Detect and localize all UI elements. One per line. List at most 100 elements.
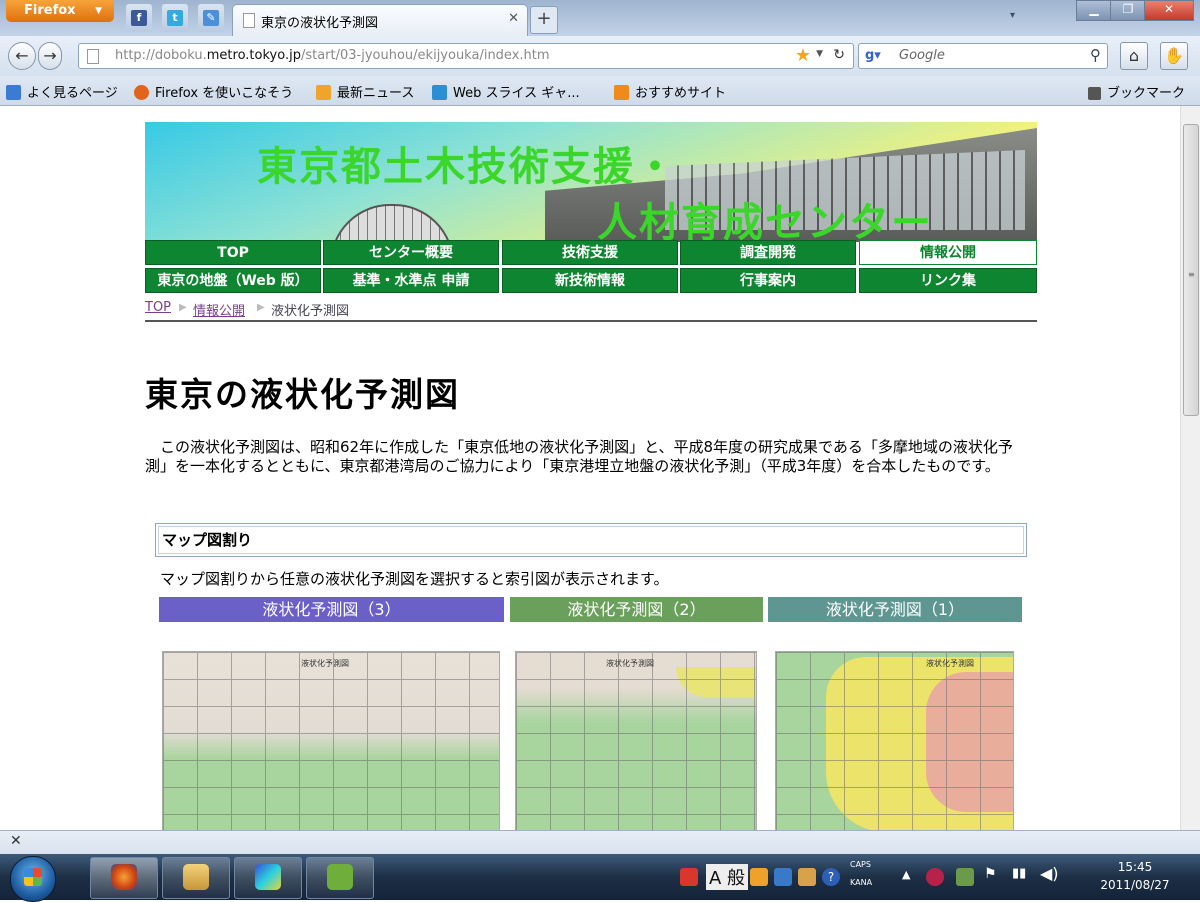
map-section-header: マップ図割り xyxy=(155,523,1027,557)
map-index-1[interactable]: 液状化予測図 xyxy=(775,651,1014,830)
web-slice-icon xyxy=(432,85,447,100)
tab-list-icon[interactable]: ▾ xyxy=(1010,10,1015,21)
search-placeholder: Google xyxy=(899,48,945,63)
addon-button[interactable]: ✋ xyxy=(1160,42,1188,70)
caps-indicator: CAPS xyxy=(850,860,871,869)
tray-ime-icon[interactable] xyxy=(750,868,768,886)
bookmark-item[interactable]: おすすめサイト xyxy=(614,82,726,101)
page-viewport: 東京都土木技術支援・ 人材育成センター TOP センター概要 技術支援 調査開発… xyxy=(0,106,1180,830)
back-button[interactable]: ← xyxy=(8,42,36,70)
ime-mode-indicator[interactable]: A 般 xyxy=(706,864,749,890)
map-section-description: マップ図割りから任意の液状化予測図を選択すると索引図が表示されます。 xyxy=(160,570,669,588)
nav-top[interactable]: TOP xyxy=(145,240,321,265)
tray-safely-remove-icon[interactable] xyxy=(956,868,974,886)
map-button-1[interactable]: 液状化予測図（1） xyxy=(768,597,1022,622)
url-text[interactable]: http://doboku.metro.tokyo.jp/start/03-jy… xyxy=(115,48,550,63)
map-button-3[interactable]: 液状化予測図（3） xyxy=(159,597,504,622)
close-addon-bar-icon[interactable]: ✕ xyxy=(10,833,22,849)
nav-events[interactable]: 行事案内 xyxy=(680,268,856,293)
close-tab-icon[interactable]: ✕ xyxy=(508,11,519,26)
search-box[interactable]: g▾ Google ⚲ xyxy=(858,43,1108,69)
nav-new-technology[interactable]: 新技術情報 xyxy=(502,268,678,293)
help-icon[interactable]: ? xyxy=(822,868,840,886)
tray-ime-tool-icon[interactable] xyxy=(774,868,792,886)
vertical-scrollbar[interactable]: ≡ xyxy=(1180,106,1200,830)
banner-title-line1: 東京都土木技術支援・ xyxy=(257,144,677,190)
tab-title: 東京の液状化予測図 xyxy=(261,16,379,31)
scrollbar-grip-icon: ≡ xyxy=(1188,270,1195,279)
app-tab-facebook[interactable]: f xyxy=(126,4,152,32)
bookmark-item[interactable]: Firefox を使いこなそう xyxy=(134,82,293,101)
taskbar-evernote[interactable] xyxy=(306,857,374,899)
nav-info-disclosure[interactable]: 情報公開 xyxy=(859,240,1037,265)
suggested-sites-icon xyxy=(614,85,629,100)
reload-icon[interactable]: ↻ xyxy=(833,47,845,63)
forward-button[interactable]: → xyxy=(38,42,62,70)
document-icon xyxy=(243,13,255,28)
app-tab-blog[interactable]: ✎ xyxy=(198,4,224,32)
action-center-flag-icon[interactable]: ⚑ xyxy=(984,866,997,882)
bookmarks-menu[interactable]: ブックマーク xyxy=(1088,82,1185,101)
site-banner[interactable]: 東京都土木技術支援・ 人材育成センター xyxy=(145,122,1037,242)
history-dropdown-icon[interactable]: ▼ xyxy=(816,49,823,59)
taskbar-explorer[interactable] xyxy=(162,857,230,899)
app-icon xyxy=(255,864,281,890)
breadcrumb: TOP ▶ 情報公開 ▶ 液状化予測図 xyxy=(145,299,1037,322)
map-index-3[interactable]: 液状化予測図 xyxy=(162,651,500,830)
search-icon[interactable]: ⚲ xyxy=(1090,46,1101,64)
nav-center-overview[interactable]: センター概要 xyxy=(323,240,499,265)
map-sheet-label: 液状化予測図 xyxy=(926,659,974,668)
close-window-button[interactable]: ✕ xyxy=(1144,0,1194,21)
addon-bar: ✕ xyxy=(0,830,1200,854)
edit-icon: ✎ xyxy=(203,10,219,26)
minimize-button[interactable]: ▁ xyxy=(1076,0,1112,21)
google-icon[interactable]: g▾ xyxy=(865,48,881,64)
url-bar[interactable]: http://doboku.metro.tokyo.jp/start/03-jy… xyxy=(78,43,854,69)
maximize-button[interactable]: ❐ xyxy=(1110,0,1146,21)
nav-tokyo-ground[interactable]: 東京の地盤（Web 版） xyxy=(145,268,321,293)
clock-time: 15:45 xyxy=(1117,860,1153,874)
bookmark-star-icon[interactable]: ★ xyxy=(795,45,811,66)
map-grid xyxy=(776,652,1013,830)
home-button[interactable]: ⌂ xyxy=(1120,42,1148,70)
firefox-menu-button[interactable]: Firefox ▼ xyxy=(6,0,114,22)
bookmark-item[interactable]: 最新ニュース xyxy=(316,82,414,101)
taskbar-clock[interactable]: 15:45 2011/08/27 xyxy=(1075,858,1195,894)
facebook-icon: f xyxy=(131,10,147,26)
map-sheet-label: 液状化予測図 xyxy=(606,659,654,668)
volume-icon[interactable]: ◀) xyxy=(1040,864,1059,883)
site-navigation: TOP センター概要 技術支援 調査開発 情報公開 東京の地盤（Web 版） 基… xyxy=(145,240,1037,294)
map-button-2[interactable]: 液状化予測図（2） xyxy=(510,597,763,622)
map-sheet-label: 液状化予測図 xyxy=(301,659,349,668)
map-grid xyxy=(516,652,756,830)
taskbar-app[interactable] xyxy=(234,857,302,899)
windows-logo-icon xyxy=(24,868,42,886)
rss-icon xyxy=(316,85,331,100)
glass-dome xyxy=(330,204,454,242)
app-tab-twitter[interactable]: t xyxy=(162,4,188,32)
tab-active[interactable]: 東京の液状化予測図 ✕ xyxy=(232,4,528,36)
page-identity-icon xyxy=(87,49,99,64)
bookmark-item[interactable]: Web スライス ギャ... xyxy=(432,82,580,101)
tray-app-icon[interactable] xyxy=(680,868,698,886)
windows-taskbar: A 般 ? CAPS KANA ▲ ⚑ ▮▮ ◀) xyxy=(0,854,1200,902)
nav-benchmark-application[interactable]: 基準・水準点 申請 xyxy=(323,268,499,293)
nav-links[interactable]: リンク集 xyxy=(859,268,1037,293)
show-hidden-icons-icon[interactable]: ▲ xyxy=(902,868,910,881)
breadcrumb-top[interactable]: TOP xyxy=(145,300,171,315)
map-grid xyxy=(163,652,499,830)
breadcrumb-info[interactable]: 情報公開 xyxy=(193,300,245,319)
taskbar-firefox[interactable] xyxy=(90,857,158,899)
nav-technical-support[interactable]: 技術支援 xyxy=(502,240,678,265)
new-tab-button[interactable]: + xyxy=(530,6,558,34)
tray-security-icon[interactable] xyxy=(926,868,944,886)
network-icon[interactable]: ▮▮ xyxy=(1012,866,1026,881)
breadcrumb-separator-icon: ▶ xyxy=(257,302,265,313)
nav-research[interactable]: 調査開発 xyxy=(680,240,856,265)
start-button[interactable] xyxy=(10,856,56,902)
map-index-2[interactable]: 液状化予測図 xyxy=(515,651,757,830)
tray-dictionary-icon[interactable] xyxy=(798,868,816,886)
bookmark-item[interactable]: よく見るページ xyxy=(6,82,118,101)
folder-icon xyxy=(183,864,209,890)
page-title: 東京の液状化予測図 xyxy=(145,375,460,414)
